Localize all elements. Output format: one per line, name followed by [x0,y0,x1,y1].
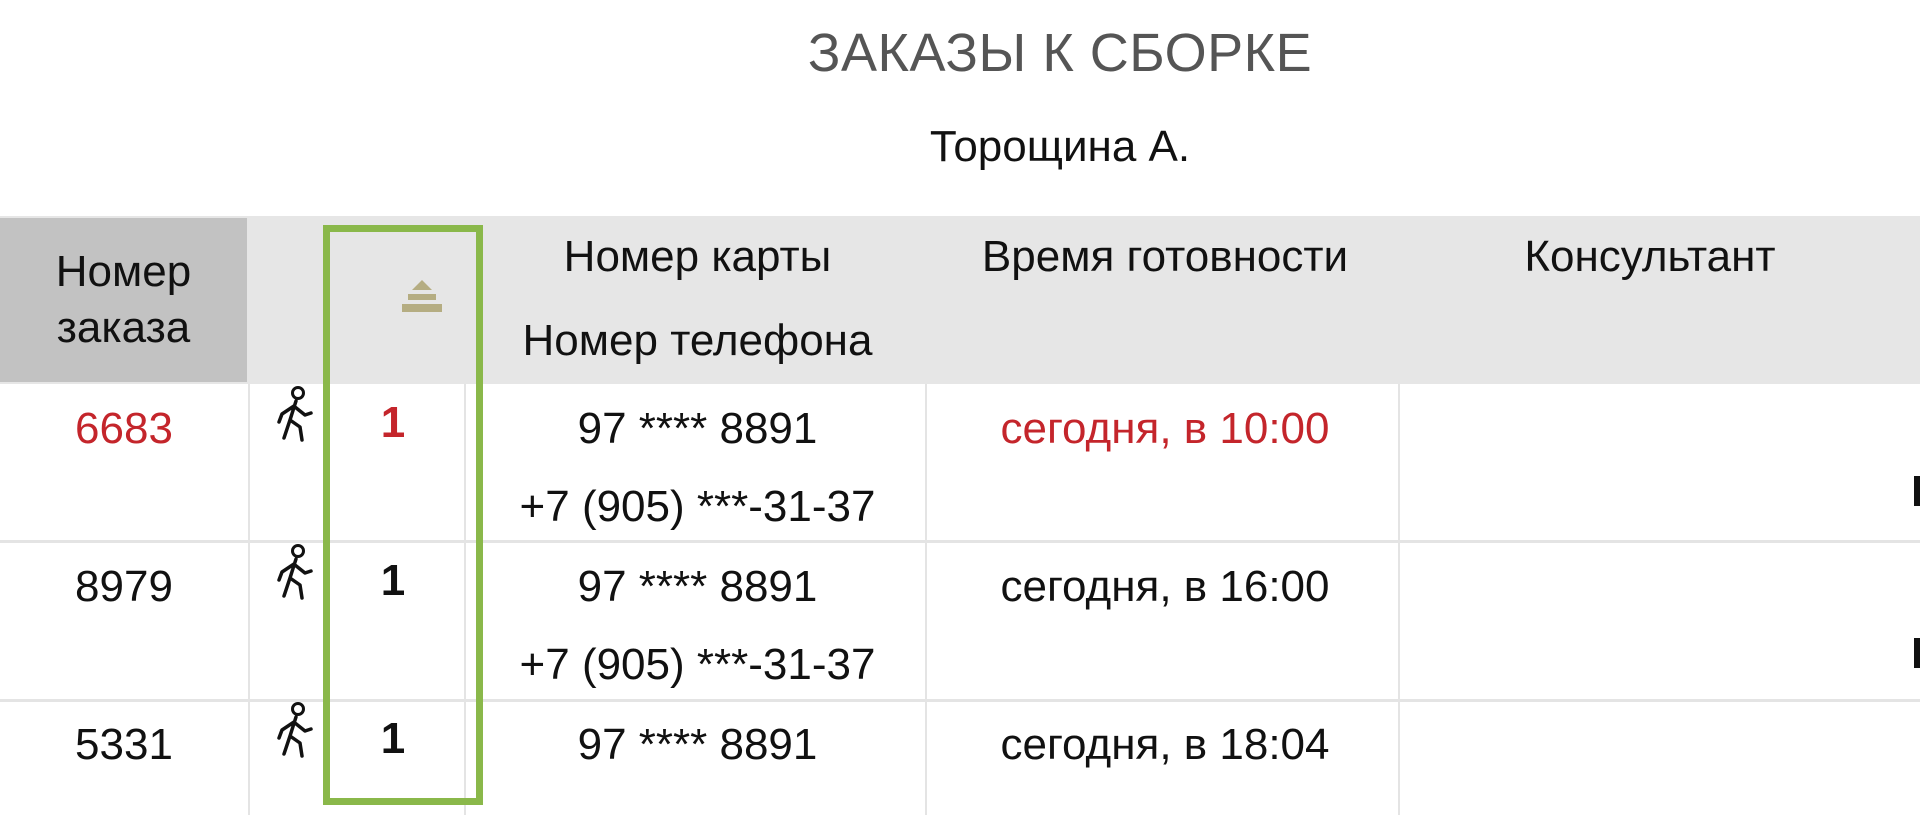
column-divider [925,384,927,815]
header-card-number[interactable]: Номер карты [490,232,905,282]
walking-person-icon [277,702,313,758]
item-count: 1 [380,556,406,605]
page-title: ЗАКАЗЫ К СБОРКЕ [807,23,1313,83]
column-divider [464,384,466,815]
card-number: 97 **** 8891 [577,720,818,769]
ready-time: сегодня, в 18:04 [1000,720,1330,769]
walking-person-icon [277,386,313,442]
order-number[interactable]: 5331 [0,720,248,770]
item-count: 1 [380,398,406,447]
column-divider [248,384,250,815]
header-order-number-line2: заказа [56,303,191,352]
ready-time: сегодня, в 16:00 [1000,562,1330,611]
header-order-number[interactable]: Номер заказа [0,218,247,382]
ready-time: сегодня, в 10:00 [1000,404,1330,453]
card-number: 97 **** 8891 [577,562,818,611]
phone-number: +7 (905) ***-31-37 [519,482,876,531]
header-phone-number[interactable]: Номер телефона [490,316,905,366]
edge-marker [1914,476,1920,506]
item-count: 1 [380,714,406,763]
employee-name: Торощина А. [929,122,1191,171]
order-number[interactable]: 6683 [0,404,248,454]
phone-number: +7 (905) ***-31-37 [519,640,876,689]
sort-ascending-icon[interactable] [398,280,446,314]
row-divider [0,540,1920,543]
header-consultant[interactable]: Консультант [1400,232,1900,282]
edge-marker [1914,638,1920,668]
header-order-number-line1: Номер [55,247,192,296]
card-number: 97 **** 8891 [577,404,818,453]
order-number[interactable]: 8979 [0,562,248,612]
header-ready-time[interactable]: Время готовности [930,232,1400,282]
walking-person-icon [277,544,313,600]
